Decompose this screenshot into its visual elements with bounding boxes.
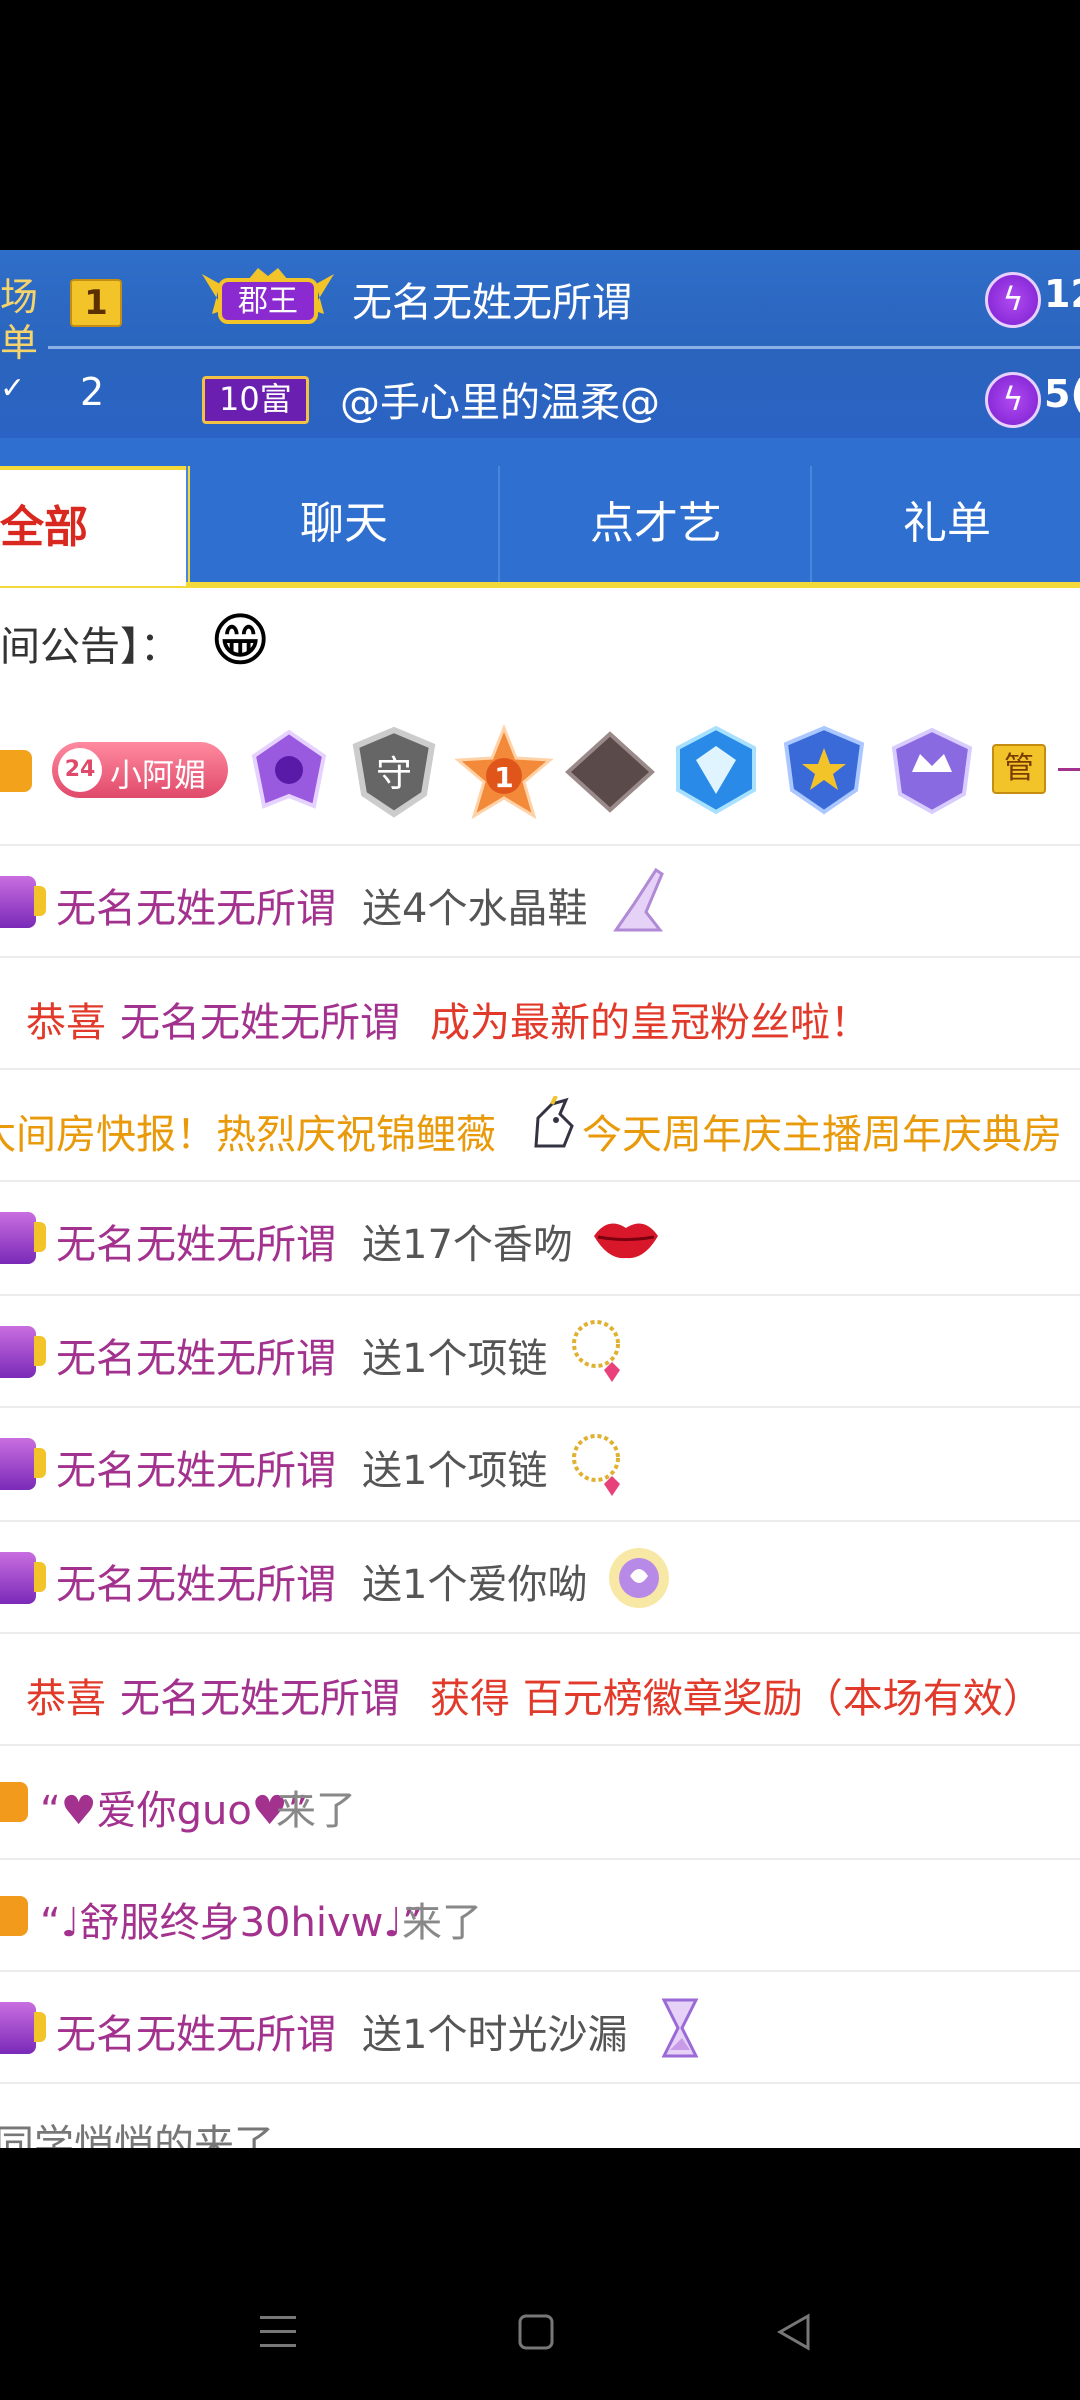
congrats-prefix: 恭喜 [26, 1676, 106, 1722]
enter-quiet-text: 同学悄悄的来了 [0, 2122, 274, 2148]
enter-suffix: 来了 [402, 1900, 482, 1946]
wealth-badge: 10富 [202, 376, 309, 424]
chat-message[interactable]: 无名无姓无所谓 送1个时光沙漏 [0, 1972, 1080, 2084]
svg-text:郡王: 郡王 [238, 284, 298, 319]
prince-badge-icon: 郡王 [202, 268, 334, 324]
user-level-icon [0, 1326, 46, 1378]
chat-message[interactable]: 同学悄悄的来了 [0, 2084, 1080, 2148]
message-action: 送4个水晶鞋 [362, 886, 588, 932]
announcement: 间公告】： 😁 [0, 588, 1080, 696]
tab-gift-list[interactable]: 礼单 [810, 466, 1080, 582]
orange-star-1-badge-icon: 1 [454, 724, 554, 820]
message-action: 送1个时光沙漏 [362, 2012, 628, 2058]
lightning-icon: ϟ [985, 372, 1041, 428]
chat-message[interactable]: 无名无姓无所谓 送1个爱你呦 [0, 1522, 1080, 1634]
message-action: 送1个项链 [362, 1448, 548, 1494]
enter-suffix: 来了 [276, 1788, 356, 1834]
necklace-icon [572, 1320, 620, 1382]
silver-guard-badge-icon: 守 [352, 726, 436, 818]
user-level-icon [0, 1212, 46, 1264]
user-level-icon [0, 2002, 46, 2054]
hourglass-icon [661, 1998, 699, 2058]
unicorn-icon [534, 1096, 574, 1148]
blue-crystal-badge-icon [676, 725, 756, 815]
level-tag-icon [0, 750, 32, 792]
tab-chat[interactable]: 聊天 [186, 466, 500, 582]
ranking-banner[interactable]: 场 单 ✓ 1 郡王 无名无姓无所谓 ϟ 12 2 10富 @手心里的温柔@ ϟ… [0, 250, 1080, 438]
message-username[interactable]: “♥爱你guo♥” [40, 1778, 308, 1836]
user-level-icon [0, 1552, 46, 1604]
back-icon[interactable] [774, 2312, 814, 2352]
tab-talent[interactable]: 点才艺 [498, 466, 812, 582]
announcement-text: 间公告】： [0, 624, 180, 670]
chat-message[interactable]: 恭喜 无名无姓无所谓 获得 百元榜徽章奖励（本场有效） [0, 1634, 1080, 1746]
manager-badge: 管 [992, 744, 1046, 794]
fan-level: 24 [58, 748, 102, 792]
message-action: 送17个香吻 [362, 1222, 573, 1268]
tab-bar: 全部 聊天 点才艺 礼单 [0, 438, 1080, 588]
message-username[interactable]: “♩舒服终身30hivw♩” [40, 1890, 423, 1948]
congrats-suffix: 获得 百元榜徽章奖励（本场有效） [430, 1676, 1043, 1722]
chat-message[interactable]: 太间房快报！热烈庆祝锦鲤薇 今天周年庆主播周年庆典房 [0, 1070, 1080, 1182]
user-level-icon [0, 876, 46, 928]
message-username[interactable]: 无名无姓无所谓 [56, 876, 336, 934]
message-username[interactable]: 无名无姓无所谓 [56, 2002, 336, 2060]
love-you-icon [609, 1548, 669, 1608]
user-tag-icon [0, 1782, 28, 1822]
lightning-icon: ϟ [985, 272, 1041, 328]
gold-star-shield-icon [783, 725, 865, 815]
user-badges-row[interactable]: 24 小阿媚 守 1 管 [0, 696, 1080, 846]
message-username[interactable]: 无名无姓无所谓 [56, 1552, 336, 1610]
svg-text:守: 守 [376, 754, 412, 795]
ranking-row[interactable]: 2 10富 @手心里的温柔@ ϟ 5( [0, 350, 1080, 438]
ranking-divider [48, 346, 1080, 349]
message-username[interactable]: 无名无姓无所谓 [120, 1666, 400, 1724]
message-username[interactable]: 无名无姓无所谓 [56, 1326, 336, 1384]
message-action: 送1个项链 [362, 1336, 548, 1382]
chat-list[interactable]: 间公告】： 😁 24 小阿媚 守 1 管 无名无姓无所谓 送4个水晶鞋 恭喜 无… [0, 588, 1080, 2148]
home-icon[interactable] [516, 2312, 556, 2352]
chat-message[interactable]: 无名无姓无所谓 送1个项链 [0, 1408, 1080, 1522]
purple-crown-badge-icon [891, 727, 973, 815]
message-username[interactable]: 无名无姓无所谓 [56, 1212, 336, 1270]
chat-message[interactable]: 无名无姓无所谓 送1个项链 [0, 1296, 1080, 1408]
chat-message[interactable]: “♩舒服终身30hivw♩” 来了 [0, 1860, 1080, 1972]
fan-pill: 24 小阿媚 [52, 742, 228, 798]
rank-username[interactable]: 无名无姓无所谓 [352, 270, 632, 328]
status-area [0, 0, 1080, 250]
news-text: 太间房快报！热烈庆祝锦鲤薇 [0, 1112, 496, 1158]
chat-message[interactable]: “♥爱你guo♥” 来了 [0, 1746, 1080, 1860]
message-username[interactable]: 无名无姓无所谓 [56, 1438, 336, 1496]
crystal-shoe-icon [613, 867, 664, 932]
user-level-icon [0, 1438, 46, 1490]
dash-icon [1058, 768, 1080, 771]
necklace-icon [572, 1434, 620, 1496]
ranking-row[interactable]: 1 郡王 无名无姓无所谓 ϟ 12 [0, 250, 1080, 340]
chat-message[interactable]: 无名无姓无所谓 送4个水晶鞋 [0, 846, 1080, 958]
lips-icon [594, 1223, 658, 1259]
rank-number: 2 [80, 370, 105, 414]
user-tag-icon [0, 1896, 28, 1936]
chat-message[interactable]: 恭喜 无名无姓无所谓 成为最新的皇冠粉丝啦！ [0, 958, 1080, 1070]
congrats-suffix: 成为最新的皇冠粉丝啦！ [430, 1000, 870, 1046]
message-action: 送1个爱你呦 [362, 1562, 588, 1608]
message-username[interactable]: 无名无姓无所谓 [120, 990, 400, 1048]
congrats-prefix: 恭喜 [26, 1000, 106, 1046]
rank-value: 5( [1044, 372, 1080, 416]
purple-wing-badge-icon [251, 729, 327, 809]
grin-emoji-icon: 😁 [210, 606, 271, 674]
rank-username[interactable]: @手心里的温柔@ [340, 370, 660, 428]
rank-number: 1 [70, 279, 122, 327]
fan-name: 小阿媚 [110, 756, 207, 794]
rank-value: 12 [1044, 272, 1080, 316]
tab-all[interactable]: 全部 [0, 466, 190, 586]
svg-text:1: 1 [494, 761, 513, 794]
chat-message[interactable]: 无名无姓无所谓 送17个香吻 [0, 1182, 1080, 1296]
news-text-2: 今天周年庆主播周年庆典房 [582, 1112, 1062, 1158]
dark-diamond-badge-icon [565, 731, 655, 813]
menu-icon[interactable] [256, 2312, 300, 2352]
